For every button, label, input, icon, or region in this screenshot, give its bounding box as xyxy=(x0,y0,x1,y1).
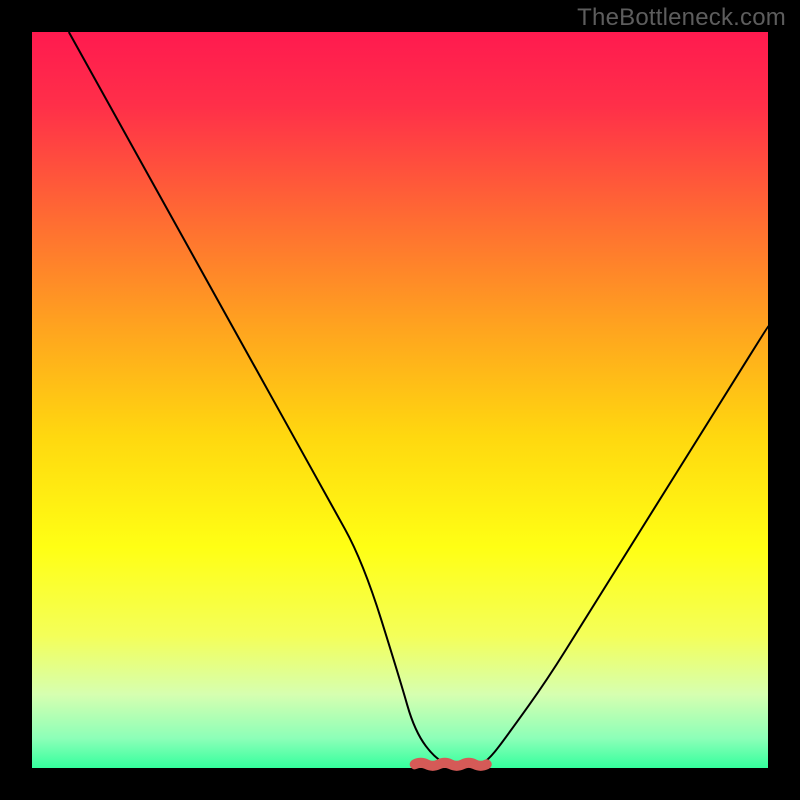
watermark-text: TheBottleneck.com xyxy=(577,4,786,32)
chart-frame: TheBottleneck.com xyxy=(0,0,800,800)
plot-area xyxy=(32,32,768,768)
bottleneck-chart xyxy=(0,0,800,800)
optimal-range-marker xyxy=(415,763,487,766)
